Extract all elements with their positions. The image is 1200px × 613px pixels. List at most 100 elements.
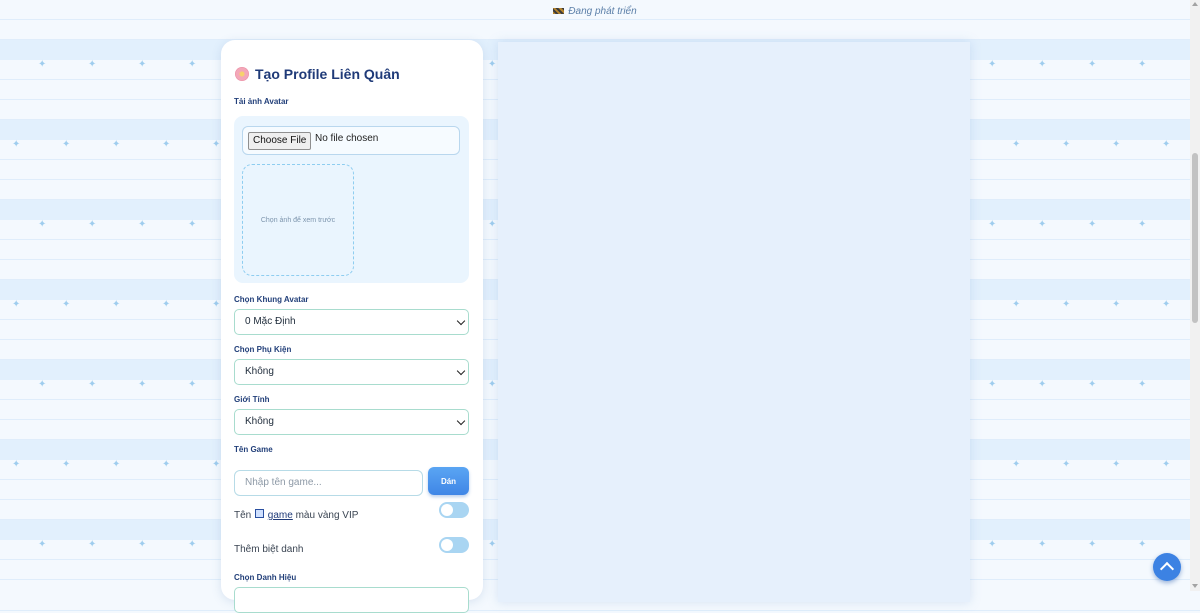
sparkle-icon: ✦: [138, 59, 147, 70]
sparkle-icon: ✦: [488, 219, 497, 230]
dev-status-banner: Đang phát triển: [0, 6, 1190, 17]
sparkle-icon: ✦: [1162, 299, 1171, 310]
game-name-field[interactable]: [234, 470, 423, 496]
sparkle-icon: ✦: [12, 299, 21, 310]
game-name-label: Tên Game: [234, 445, 273, 454]
file-status-text: No file chosen: [315, 133, 379, 144]
sparkle-icon: ✦: [138, 219, 147, 230]
sparkle-icon: ✦: [1138, 219, 1147, 230]
vip-name-label: Tên game màu vàng VIP: [234, 509, 358, 521]
avatar-upload-label: Tải ảnh Avatar: [234, 97, 289, 106]
sparkle-icon: ✦: [1062, 139, 1071, 150]
dev-status-text: Đang phát triển: [568, 6, 637, 17]
sparkle-icon: ✦: [1112, 139, 1121, 150]
sparkle-icon: ✦: [988, 219, 997, 230]
sparkle-icon: ✦: [112, 299, 121, 310]
sparkle-icon: ✦: [1012, 459, 1021, 470]
frame-select-label: Chọn Khung Avatar: [234, 295, 309, 304]
chevron-down-icon: [456, 416, 466, 426]
page-scrollbar[interactable]: [1190, 0, 1200, 591]
cherry-blossom-icon: [235, 67, 249, 81]
gender-select-value: Không: [245, 416, 274, 427]
sparkle-icon: ✦: [212, 299, 221, 310]
scroll-down-arrow-icon[interactable]: [1192, 584, 1198, 588]
page-title: Tạo Profile Liên Quân: [235, 66, 400, 82]
sparkle-icon: ✦: [1112, 459, 1121, 470]
sparkle-icon: ✦: [1162, 459, 1171, 470]
choose-file-button[interactable]: Choose File: [248, 132, 312, 150]
nickname-toggle[interactable]: [439, 537, 469, 553]
vip-name-suffix: màu vàng VIP: [295, 510, 359, 521]
sparkle-icon: ✦: [138, 379, 147, 390]
sparkle-icon: ✦: [38, 219, 47, 230]
sparkle-icon: ✦: [488, 59, 497, 70]
accessory-select[interactable]: Không: [234, 359, 469, 385]
sparkle-icon: ✦: [1038, 59, 1047, 70]
sparkle-icon: ✦: [1138, 539, 1147, 550]
sparkle-icon: ✦: [188, 59, 197, 70]
square-icon: [255, 509, 265, 518]
toggle-knob: [441, 504, 453, 516]
accessory-select-value: Không: [245, 366, 274, 377]
sparkle-icon: ✦: [1012, 299, 1021, 310]
sparkle-icon: ✦: [162, 299, 171, 310]
profile-form-card: Tạo Profile Liên Quân Tải ảnh Avatar Cho…: [221, 40, 483, 613]
sparkle-icon: ✦: [988, 59, 997, 70]
sparkle-icon: ✦: [38, 539, 47, 550]
scroll-up-arrow-icon[interactable]: [1192, 2, 1198, 6]
sparkle-icon: ✦: [1038, 219, 1047, 230]
sparkle-icon: ✦: [88, 219, 97, 230]
sparkle-icon: ✦: [62, 139, 71, 150]
gender-select[interactable]: Không: [234, 409, 469, 435]
profile-preview-panel: [498, 42, 970, 602]
sparkle-icon: ✦: [1062, 459, 1071, 470]
sparkle-icon: ✦: [88, 379, 97, 390]
chevron-down-icon: [456, 316, 466, 326]
sparkle-icon: ✦: [488, 539, 497, 550]
sparkle-icon: ✦: [162, 459, 171, 470]
sparkle-icon: ✦: [38, 59, 47, 70]
sparkle-icon: ✦: [1162, 139, 1171, 150]
sparkle-icon: ✦: [988, 379, 997, 390]
avatar-file-input[interactable]: Choose File No file chosen: [242, 126, 460, 155]
sparkle-icon: ✦: [112, 459, 121, 470]
sparkle-icon: ✦: [488, 379, 497, 390]
sparkle-icon: ✦: [188, 219, 197, 230]
vip-name-toggle[interactable]: [439, 502, 469, 518]
sparkle-icon: ✦: [212, 139, 221, 150]
scroll-to-top-button[interactable]: [1153, 553, 1181, 581]
sparkle-icon: ✦: [1088, 59, 1097, 70]
frame-select[interactable]: 0 Mặc Định: [234, 309, 469, 335]
scrollbar-thumb[interactable]: [1192, 153, 1198, 323]
vip-name-link[interactable]: game: [268, 510, 293, 521]
chevron-down-icon: [456, 366, 466, 376]
sparkle-icon: ✦: [112, 139, 121, 150]
sparkle-icon: ✦: [188, 379, 197, 390]
game-name-input[interactable]: [243, 476, 417, 489]
sparkle-icon: ✦: [138, 539, 147, 550]
sparkle-icon: ✦: [1138, 379, 1147, 390]
sparkle-icon: ✦: [1138, 59, 1147, 70]
sparkle-icon: ✦: [162, 139, 171, 150]
nickname-toggle-label: Thêm biệt danh: [234, 544, 304, 555]
sparkle-icon: ✦: [1088, 219, 1097, 230]
toggle-knob: [441, 539, 453, 551]
sparkle-icon: ✦: [1088, 379, 1097, 390]
sparkle-icon: ✦: [38, 379, 47, 390]
avatar-preview-area: Chọn ảnh để xem trước: [242, 164, 354, 276]
sparkle-icon: ✦: [62, 299, 71, 310]
sparkle-icon: ✦: [12, 459, 21, 470]
sparkle-icon: ✦: [1038, 379, 1047, 390]
sparkle-icon: ✦: [12, 139, 21, 150]
gender-select-label: Giới Tính: [234, 395, 270, 404]
sparkle-icon: ✦: [988, 539, 997, 550]
sparkle-icon: ✦: [88, 539, 97, 550]
vip-name-prefix: Tên: [234, 510, 252, 521]
sparkle-icon: ✦: [1112, 299, 1121, 310]
paste-button[interactable]: Dán: [428, 467, 469, 495]
sparkle-icon: ✦: [1012, 139, 1021, 150]
avatar-preview-placeholder: Chọn ảnh để xem trước: [260, 216, 336, 224]
sparkle-icon: ✦: [1088, 539, 1097, 550]
sparkle-icon: ✦: [62, 459, 71, 470]
sparkle-icon: ✦: [1038, 539, 1047, 550]
